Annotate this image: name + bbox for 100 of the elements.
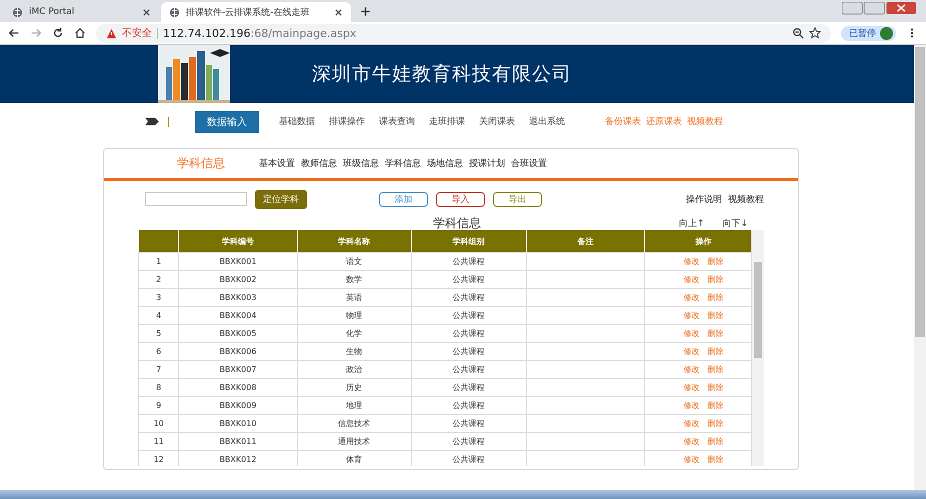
browser-tab[interactable]: iMC Portal (4, 2, 159, 22)
column-header: 学科组别 (411, 230, 526, 252)
edit-link[interactable]: 修改 (683, 365, 700, 374)
back-icon[interactable] (8, 27, 20, 39)
delete-link[interactable]: 删除 (707, 437, 724, 446)
column-header: 学科编号 (178, 230, 297, 252)
table-cell: BBXK008 (178, 378, 297, 396)
edit-link[interactable]: 修改 (683, 293, 700, 302)
table-cell: BBXK011 (178, 432, 297, 450)
delete-link[interactable]: 删除 (707, 329, 724, 338)
section-link[interactable]: 班级信息 (343, 157, 379, 170)
table-cell: 11 (138, 432, 179, 450)
move-down-link[interactable]: 向下↓ (722, 217, 748, 230)
nav-link[interactable]: 还原课表 (646, 115, 682, 128)
delete-link[interactable]: 删除 (707, 257, 724, 266)
section-link[interactable]: 合班设置 (511, 157, 547, 170)
move-up-link[interactable]: 向上↑ (679, 217, 705, 230)
table-cell: 公共课程 (411, 360, 526, 378)
delete-link[interactable]: 删除 (707, 347, 724, 356)
delete-link[interactable]: 删除 (707, 401, 724, 410)
page-scrollbar[interactable] (914, 45, 926, 490)
column-header: 学科名称 (297, 230, 412, 252)
table-cell: 英语 (297, 288, 412, 306)
nav-tab[interactable]: 关闭课表 (479, 115, 515, 128)
table-cell: 公共课程 (411, 432, 526, 450)
table-cell: 7 (138, 360, 179, 378)
table-cell: BBXK010 (178, 414, 297, 432)
section-link[interactable]: 学科信息 (385, 157, 421, 170)
table-cell: 语文 (297, 252, 412, 270)
nav-tab[interactable]: 排课操作 (329, 115, 365, 128)
section-link[interactable]: 教师信息 (301, 157, 337, 170)
delete-link[interactable]: 删除 (707, 275, 724, 284)
action-button[interactable]: 添加 (379, 192, 428, 206)
table-cell: 物理 (297, 306, 412, 324)
window-controls-icon[interactable] (842, 2, 916, 15)
nav-tab[interactable]: 课表查询 (379, 115, 415, 128)
search-field[interactable] (145, 192, 247, 206)
delete-link[interactable]: 删除 (707, 419, 724, 428)
nav-tab[interactable]: 数据输入 (195, 110, 259, 132)
url-text: 112.74.102.196:68/mainpage.aspx (163, 26, 356, 40)
divider-bar (168, 116, 169, 126)
table-cell: BBXK007 (178, 360, 297, 378)
table-cell: 3 (138, 288, 179, 306)
table-cell: BBXK005 (178, 324, 297, 342)
close-icon[interactable] (142, 8, 151, 16)
nav-link[interactable]: 备份课表 (605, 115, 641, 128)
delete-link[interactable]: 删除 (707, 365, 724, 374)
table-cell: 历史 (297, 378, 412, 396)
table-scrollbar[interactable] (751, 230, 764, 466)
table-cell: 信息技术 (297, 414, 412, 432)
nav-link[interactable]: 视频教程 (687, 115, 723, 128)
address-field[interactable]: 不安全 112.74.102.196:68/mainpage.aspx (96, 24, 831, 42)
section-link[interactable]: 基本设置 (259, 157, 295, 170)
edit-link[interactable]: 修改 (683, 257, 700, 266)
zoom-icon[interactable] (792, 27, 804, 39)
table-cell: 8 (138, 378, 179, 396)
nav-tab[interactable]: 基础数据 (279, 115, 315, 128)
table-cell: 政治 (297, 360, 412, 378)
close-icon[interactable] (334, 8, 343, 16)
table-cell: BBXK006 (178, 342, 297, 360)
edit-link[interactable]: 修改 (683, 401, 700, 410)
action-button[interactable]: 导入 (436, 192, 485, 206)
table-cell: 公共课程 (411, 342, 526, 360)
table-cell: BBXK002 (178, 270, 297, 288)
reload-icon[interactable] (52, 27, 64, 39)
browser-tab[interactable]: 排课软件-云排课系统-在线走班 (161, 2, 351, 22)
edit-link[interactable]: 修改 (683, 311, 700, 320)
edit-link[interactable]: 修改 (683, 419, 700, 428)
table-cell: 公共课程 (411, 396, 526, 414)
table-title: 学科信息 (433, 217, 481, 230)
globe-icon (12, 6, 23, 18)
star-icon[interactable] (809, 27, 821, 39)
help-link[interactable]: 视频教程 (728, 192, 764, 206)
edit-link[interactable]: 修改 (683, 455, 700, 464)
profile-button[interactable]: 已暂停 (841, 26, 896, 40)
delete-link[interactable]: 删除 (707, 293, 724, 302)
delete-link[interactable]: 删除 (707, 383, 724, 392)
delete-link[interactable]: 删除 (707, 455, 724, 464)
table-cell: 地理 (297, 396, 412, 414)
table-cell: BBXK004 (178, 306, 297, 324)
edit-link[interactable]: 修改 (683, 383, 700, 392)
locate-button[interactable]: 定位学科 (255, 190, 307, 208)
edit-link[interactable]: 修改 (683, 437, 700, 446)
table-cell: BBXK009 (178, 396, 297, 414)
section-link[interactable]: 场地信息 (427, 157, 463, 170)
home-icon[interactable] (74, 27, 86, 39)
action-button[interactable]: 导出 (493, 192, 542, 206)
nav-tab[interactable]: 退出系统 (529, 115, 565, 128)
delete-link[interactable]: 删除 (707, 311, 724, 320)
nav-tab[interactable]: 走班排课 (429, 115, 465, 128)
table-cell: 10 (138, 414, 179, 432)
edit-link[interactable]: 修改 (683, 275, 700, 284)
table-cell: 化学 (297, 324, 412, 342)
section-link[interactable]: 授课计划 (469, 157, 505, 170)
company-title: 深圳市牛娃教育科技有限公司 (312, 62, 572, 87)
table-cell: 公共课程 (411, 378, 526, 396)
help-link[interactable]: 操作说明 (686, 192, 722, 206)
edit-link[interactable]: 修改 (683, 347, 700, 356)
globe-icon (169, 6, 180, 18)
edit-link[interactable]: 修改 (683, 329, 700, 338)
